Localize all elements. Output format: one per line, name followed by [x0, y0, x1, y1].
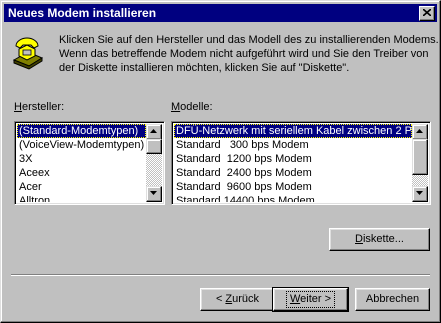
separator — [11, 274, 430, 276]
close-button[interactable] — [419, 6, 435, 21]
model-scrollbar[interactable] — [412, 124, 428, 202]
disk-button[interactable]: Diskette... — [329, 228, 430, 251]
scroll-down-button[interactable] — [412, 186, 428, 202]
instruction-text: Klicken Sie auf den Hersteller und das M… — [59, 33, 439, 75]
close-icon — [423, 9, 431, 16]
list-item[interactable]: Aceex — [17, 166, 146, 180]
model-listbox[interactable]: DFÜ-Netzwerk mit seriellem Kabel zwische… — [171, 121, 431, 205]
instruction-line-2: Wenn das betreffende Modem nicht aufgefü… — [59, 48, 429, 60]
window-title: Neues Modem installieren — [8, 6, 157, 20]
list-item[interactable]: 3X — [17, 152, 146, 166]
scroll-thumb[interactable] — [146, 139, 162, 154]
manufacturer-listbox[interactable]: (Standard-Modemtypen) (VoiceView-Modemty… — [14, 121, 165, 205]
instruction-line-3: der Diskette installieren möchten, klick… — [59, 62, 350, 74]
scroll-down-button[interactable] — [146, 186, 162, 202]
arrow-up-icon — [150, 129, 157, 133]
next-button[interactable]: Weiter > — [272, 287, 349, 312]
back-button[interactable]: < Zurück — [200, 288, 275, 311]
list-item[interactable]: Standard 9600 bps Modem — [174, 180, 412, 194]
list-item[interactable]: DFÜ-Netzwerk mit seriellem Kabel zwische… — [174, 124, 412, 138]
arrow-down-icon — [416, 191, 423, 195]
scroll-up-button[interactable] — [412, 124, 428, 140]
scroll-up-button[interactable] — [146, 124, 162, 140]
phone-modem-icon — [12, 37, 44, 70]
model-label: Modelle: — [171, 101, 213, 113]
scroll-thumb[interactable] — [412, 139, 428, 175]
arrow-down-icon — [150, 191, 157, 195]
list-item[interactable]: Standard 1200 bps Modem — [174, 152, 412, 166]
dialog-window: Neues Modem installieren Klicken Sie auf… — [0, 0, 441, 323]
manufacturer-scrollbar[interactable] — [146, 124, 162, 202]
list-item[interactable]: Standard 14400 bps Modem — [174, 194, 412, 202]
list-item[interactable]: (Standard-Modemtypen) — [17, 124, 146, 138]
manufacturer-label: Hersteller: — [14, 101, 65, 113]
arrow-up-icon — [416, 129, 423, 133]
title-bar[interactable]: Neues Modem installieren — [4, 4, 437, 22]
cancel-button[interactable]: Abbrechen — [355, 288, 430, 311]
list-item[interactable]: Acer — [17, 180, 146, 194]
instruction-line-1: Klicken Sie auf den Hersteller und das M… — [59, 34, 439, 46]
list-item[interactable]: Standard 2400 bps Modem — [174, 166, 412, 180]
list-item[interactable]: (VoiceView-Modemtypen) — [17, 138, 146, 152]
list-item[interactable]: Alltron — [17, 194, 146, 202]
list-item[interactable]: Standard 300 bps Modem — [174, 138, 412, 152]
